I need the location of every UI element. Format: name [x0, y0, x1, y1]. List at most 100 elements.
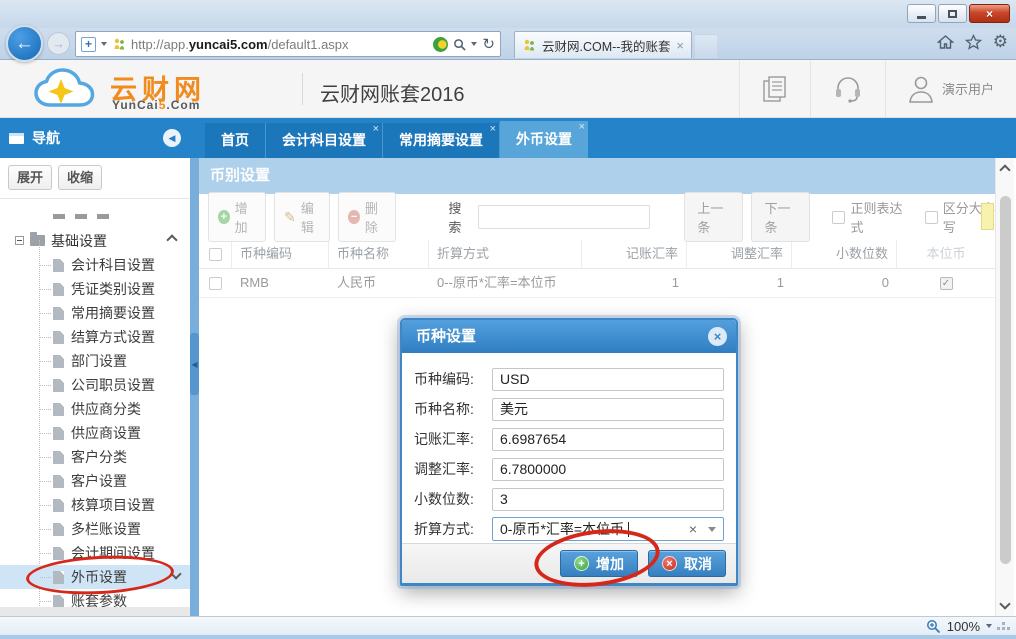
sidebar-item[interactable]: 供应商设置	[0, 421, 190, 445]
settings-gear-icon[interactable]: ⚙	[993, 33, 1008, 50]
base-currency-checkbox[interactable]: ✓	[940, 277, 953, 290]
scroll-up-icon[interactable]	[999, 164, 1010, 175]
url-text[interactable]: http://app.yuncai5.com/default1.aspx	[131, 37, 428, 52]
vertical-scrollbar[interactable]	[995, 158, 1014, 616]
checkbox-icon[interactable]	[832, 211, 845, 224]
scrollbar-thumb[interactable]	[1000, 196, 1011, 564]
compatibility-add-icon[interactable]: +	[81, 37, 96, 52]
zoom-controls[interactable]: 100%	[926, 617, 1008, 635]
currency-name-field[interactable]	[492, 398, 724, 421]
refresh-icon[interactable]: ↻	[482, 37, 495, 52]
sidebar-item[interactable]: 结算方式设置	[0, 325, 190, 349]
documents-icon	[762, 75, 788, 103]
document-icon	[53, 595, 64, 608]
dialog-close-icon[interactable]: ×	[708, 327, 727, 346]
collapse-all-button[interactable]: 收缩	[58, 165, 102, 190]
dropdown-caret-icon[interactable]	[708, 527, 716, 532]
sidebar-item[interactable]: 部门设置	[0, 349, 190, 373]
sidebar-item[interactable]: 多栏账设置	[0, 517, 190, 541]
delete-button[interactable]: −删除	[338, 192, 396, 242]
book-rate-field[interactable]	[492, 428, 724, 451]
collapse-expander-icon[interactable]	[15, 236, 24, 245]
address-bar[interactable]: + http://app.yuncai5.com/default1.aspx ↻	[75, 31, 501, 57]
scroll-down-icon[interactable]	[999, 598, 1010, 609]
compatibility-view-icon[interactable]	[433, 37, 448, 52]
support-button[interactable]	[810, 60, 885, 117]
minimize-button[interactable]	[907, 4, 936, 23]
sidebar-item[interactable]: 会计科目设置	[0, 253, 190, 277]
app-tabs: 首页 会计科目设置× 常用摘要设置× 外币设置×	[205, 118, 588, 158]
browser-statusbar: 100%	[0, 616, 1016, 635]
tab-close-icon[interactable]: ×	[676, 38, 684, 53]
document-icon	[53, 355, 64, 368]
dialog-cancel-button[interactable]: ×取消	[648, 550, 726, 577]
adjust-rate-field[interactable]	[492, 458, 724, 481]
user-menu[interactable]: 演示用户	[885, 60, 1016, 117]
panel-title: 币别设置	[199, 158, 995, 194]
sidebar-item[interactable]: 客户设置	[0, 469, 190, 493]
select-all-checkbox[interactable]	[209, 248, 222, 261]
forward-button[interactable]: →	[47, 32, 70, 55]
form-row: 小数位数:	[414, 484, 724, 514]
field-label: 折算方式:	[414, 519, 488, 539]
chevron-down-icon[interactable]	[101, 42, 107, 46]
decimals-field[interactable]	[492, 488, 724, 511]
document-icon	[53, 499, 64, 512]
search-input[interactable]	[478, 205, 650, 229]
cell-method: 0--原币*汇率=本位币	[429, 269, 582, 297]
close-icon: ×	[986, 7, 993, 21]
tab-close-icon[interactable]: ×	[579, 121, 585, 134]
document-icon	[53, 403, 64, 416]
document-icon	[53, 283, 64, 296]
close-button[interactable]: ×	[969, 4, 1010, 23]
dialog-header[interactable]: 币种设置 ×	[402, 320, 736, 353]
field-label: 记账汇率:	[414, 429, 488, 449]
add-button[interactable]: +增加	[208, 192, 266, 242]
search-icon[interactable]	[453, 38, 466, 51]
expand-all-button[interactable]: 展开	[8, 165, 52, 190]
previous-button[interactable]: 上一条	[684, 192, 743, 242]
panel-splitter[interactable]: ◀	[190, 158, 199, 616]
maximize-button[interactable]	[938, 4, 967, 23]
sidebar-item[interactable]: 常用摘要设置	[0, 301, 190, 325]
row-checkbox[interactable]	[209, 277, 222, 290]
back-button[interactable]: ←	[6, 25, 43, 62]
sidebar-collapse-button[interactable]: ◀	[163, 129, 181, 147]
home-icon[interactable]	[937, 34, 954, 50]
splitter-collapse-icon[interactable]: ◀	[190, 333, 199, 395]
highlight-button-clipped[interactable]	[981, 203, 994, 230]
checkbox-icon[interactable]	[925, 211, 938, 224]
edit-button[interactable]: ✎编辑	[274, 192, 330, 242]
table-header: 币种编码 币种名称 折算方式 记账汇率 调整汇率 小数位数 本位币	[199, 240, 995, 269]
tab-common-summary[interactable]: 常用摘要设置×	[383, 123, 500, 158]
sidebar-item[interactable]: 客户分类	[0, 445, 190, 469]
folder-icon	[30, 235, 45, 246]
document-icon	[53, 547, 64, 560]
currency-code-field[interactable]	[492, 368, 724, 391]
sidebar-item[interactable]: 公司职员设置	[0, 373, 190, 397]
regex-option[interactable]: 正则表达式	[832, 198, 902, 236]
sidebar-item[interactable]: 供应商分类	[0, 397, 190, 421]
sidebar-item[interactable]: 凭证类别设置	[0, 277, 190, 301]
header-actions: 演示用户	[739, 60, 1016, 117]
new-tab-button[interactable]	[694, 34, 718, 58]
tab-home[interactable]: 首页	[205, 123, 266, 158]
sidebar-item[interactable]: 核算项目设置	[0, 493, 190, 517]
search-dropdown-icon[interactable]	[471, 42, 477, 46]
clear-icon[interactable]: ×	[685, 521, 701, 537]
documents-button[interactable]	[739, 60, 810, 117]
tab-accounting-subjects[interactable]: 会计科目设置×	[266, 123, 383, 158]
tab-close-icon[interactable]: ×	[373, 123, 379, 136]
browser-tab[interactable]: 云财网.COM--我的账套 ×	[514, 31, 692, 58]
zoom-dropdown-icon[interactable]	[986, 624, 992, 628]
table-row[interactable]: RMB 人民币 0--原币*汇率=本位币 1 1 0 ✓	[199, 269, 995, 298]
site-favicon	[112, 37, 126, 51]
header-divider	[302, 73, 303, 105]
tree-group-basic-settings[interactable]: 基础设置	[0, 228, 190, 253]
app-tabbar: 导航 ◀ 首页 会计科目设置× 常用摘要设置× 外币设置×	[0, 118, 1016, 158]
favorites-star-icon[interactable]	[965, 34, 982, 50]
tab-foreign-currency[interactable]: 外币设置×	[500, 121, 588, 158]
document-icon	[53, 475, 64, 488]
next-button[interactable]: 下一条	[751, 192, 810, 242]
tab-close-icon[interactable]: ×	[490, 123, 496, 136]
